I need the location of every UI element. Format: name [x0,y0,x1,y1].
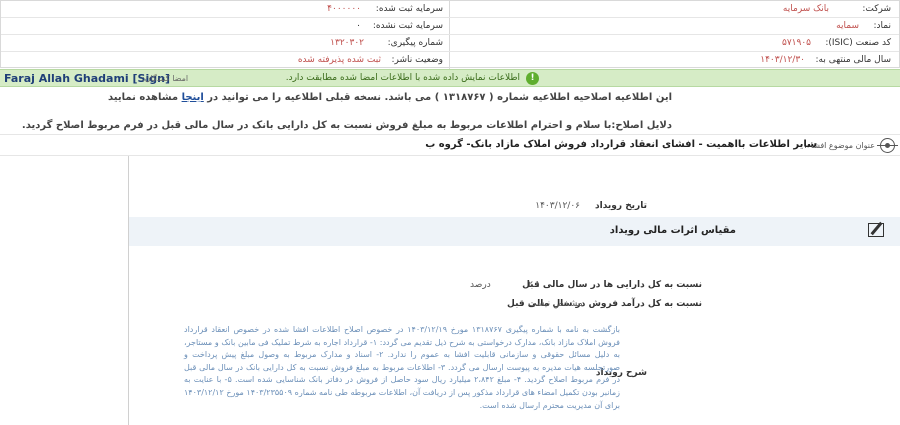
isic-value: ۵۷۱۹۰۵ [781,38,811,48]
correction-text-pre: این اطلاعیه اصلاحیه اطلاعیه شماره ( ۱۳۱۸… [203,92,672,103]
tracking-value: ۱۳۲۰۳۰۲ [330,38,364,48]
target-icon [877,138,898,153]
correction-text-post: مشاهده نمایید [108,92,182,103]
info-row-symbol: نماد: سمایه سرمایه ثبت نشده: ۰ [1,18,899,35]
correction-notice-line: این اطلاعیه اصلاحیه اطلاعیه شماره ( ۱۳۱۸… [108,92,672,103]
symbol-label: نماد: [873,21,892,31]
capital-registered-value: ۴۰۰۰۰۰۰ [327,4,361,14]
symbol-value[interactable]: سمایه [836,18,859,35]
capital-unregistered-value: ۰ [356,21,361,31]
fiscal-year-label: سال مالی منتهی به: [815,55,891,65]
signer-label: امضا کنندگان: [142,74,189,83]
capital-registered-label: سرمایه ثبت شده: [375,4,443,14]
company-info-table: شرکت: بانک سرمایه سرمایه ثبت شده: ۴۰۰۰۰۰… [0,0,900,69]
fiscal-year-value: ۱۴۰۳/۱۲/۳۰ [760,55,805,65]
ratio-revenue-value: مشخص نیست [528,299,583,309]
event-date-label: تاریخ رویداد [595,201,647,211]
ratio-assets-unit: درصد [470,280,491,290]
isic-label: کد صنعت (ISIC): [825,38,891,48]
info-row-fiscal: سال مالی منتهی به: ۱۴۰۳/۱۲/۳۰ وضعیت ناشر… [1,52,899,69]
section-title: مقیاس اثرات مالی رویداد [609,225,736,236]
publisher-status-value: ثبت شده پذیرفته شده [297,55,381,65]
edit-icon [868,223,884,237]
event-date-value: ۱۴۰۳/۱۲/۰۶ [535,201,580,211]
signature-match-text: اطلاعات نمایش داده شده با اطلاعات امضا ش… [285,73,520,83]
ratio-assets-value: ۲.۱ [528,280,541,290]
capital-unregistered-label: سرمایه ثبت نشده: [372,21,443,31]
disclosure-topic-bar: عنوان موضوع افشاء: سایر اطلاعات بااهمیت … [0,134,900,156]
topic-value: سایر اطلاعات بااهمیت - افشای انعقاد قرار… [425,139,817,150]
financial-effects-section-header: مقیاس اثرات مالی رویداد [129,217,900,246]
company-value: بانک سرمایه [782,4,829,14]
tracking-label: شماره پیگیری: [387,38,443,48]
signature-notice-bar: Faraj Allah Ghadami [Sign] امضا کنندگان:… [0,69,900,87]
info-row-isic: کد صنعت (ISIC): ۵۷۱۹۰۵ شماره پیگیری: ۱۳۲… [1,35,899,52]
correction-reason-line: دلایل اصلاح:با سلام و احترام اطلاعات مرب… [21,120,672,131]
previous-version-link[interactable]: اینجا [182,92,204,103]
check-circle-icon: ! [526,72,539,85]
ratio-assets-label: نسبت به کل دارایی ها در سال مالی قبل [522,280,702,290]
info-row-company: شرکت: بانک سرمایه سرمایه ثبت شده: ۴۰۰۰۰۰… [1,1,899,18]
publisher-status-label: وضعیت ناشر: [391,55,443,65]
event-description-text: بازگشت به نامه با شماره پیگیری ۱۳۱۸۷۶۷ م… [184,325,621,410]
company-label: شرکت: [862,4,891,14]
